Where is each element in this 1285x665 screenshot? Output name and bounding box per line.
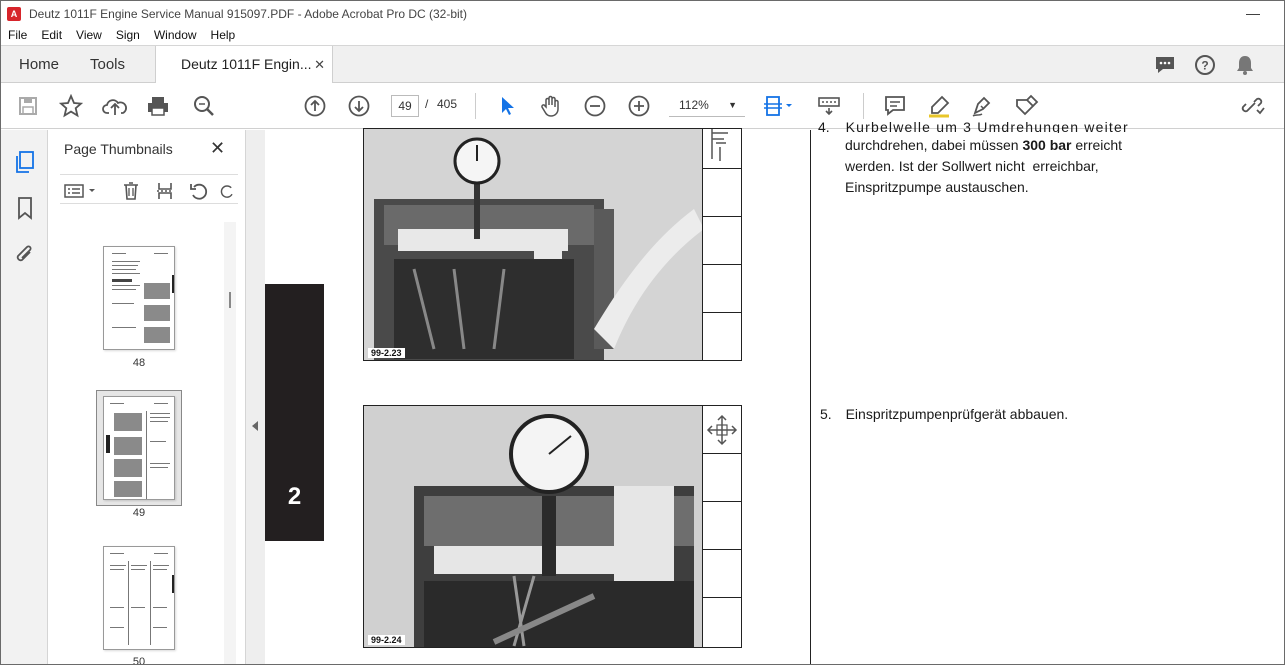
- tab-document-label: Deutz 1011F Engin...: [181, 56, 312, 72]
- bookmarks-icon[interactable]: [13, 196, 37, 220]
- menu-sign[interactable]: Sign: [109, 27, 147, 45]
- chevron-down-icon: ▼: [728, 100, 737, 110]
- column-divider: [810, 130, 811, 664]
- collapse-panel-icon[interactable]: [251, 420, 259, 432]
- cloud-upload-icon[interactable]: [102, 93, 128, 119]
- tab-bar: Home Tools Deutz 1011F Engin... ✕ ?: [1, 45, 1284, 84]
- thumbnail-label: 49: [132, 507, 146, 519]
- acrobat-logo-icon: A: [7, 7, 21, 21]
- menu-window[interactable]: Window: [147, 27, 204, 45]
- stamp-icon[interactable]: [1013, 93, 1039, 119]
- tab-close-icon[interactable]: ✕: [314, 46, 325, 83]
- tab-document[interactable]: Deutz 1011F Engin... ✕: [155, 46, 333, 84]
- scrollbar-thumb[interactable]: [229, 292, 231, 308]
- step-5-instruction: Einspritzpumpenprüfgerät abbauen.: [845, 406, 1069, 422]
- step-4-line-2: durchdrehen, dabei müssen: [845, 137, 1023, 153]
- step-4-bold-value: 300 bar: [1022, 137, 1072, 153]
- thumbnail-label: 48: [132, 357, 146, 369]
- zoom-search-icon[interactable]: [191, 93, 217, 119]
- page-separator: /: [425, 97, 429, 111]
- figure-label: 99-2.24: [368, 635, 405, 645]
- thumbnail-page-49[interactable]: [103, 396, 175, 500]
- rotate-clockwise-icon[interactable]: [220, 181, 236, 201]
- engine-photo-figure-1: 99-2.23: [363, 128, 703, 361]
- highlight-pen-icon[interactable]: [926, 93, 952, 119]
- help-icon[interactable]: ?: [1192, 53, 1218, 77]
- toolbar-divider: [863, 93, 864, 119]
- step-5-text: 5. Einspritzpumpenprüfgerät abbauen.: [820, 404, 1140, 425]
- thumbnail-label: 50: [132, 656, 146, 665]
- keyboard-scroll-icon[interactable]: [816, 93, 842, 119]
- bookmark-star-icon[interactable]: [58, 93, 84, 119]
- next-page-icon[interactable]: [346, 93, 372, 119]
- engine-gauge-photo: [364, 129, 702, 360]
- engine-gauge-photo: [364, 406, 702, 647]
- document-view[interactable]: 2 99-2.23 99-2.24 4. Kurbelwelle um 3 Um…: [246, 119, 1284, 664]
- menu-view[interactable]: View: [69, 27, 109, 45]
- add-comment-icon[interactable]: [882, 93, 908, 119]
- step-5-number: 5.: [820, 406, 832, 422]
- delete-page-icon[interactable]: [120, 181, 142, 201]
- attachments-paperclip-icon[interactable]: [13, 243, 37, 267]
- step-4-line-4: Einspritzpumpe austauschen.: [845, 179, 1029, 195]
- menu-file[interactable]: File: [1, 27, 34, 45]
- step-4-cut-text: Kurbelwelle um 3 Umdrehungen weiter: [845, 119, 1129, 133]
- share-link-icon[interactable]: [1240, 93, 1266, 119]
- hand-tool-icon[interactable]: [538, 93, 564, 119]
- notification-bell-icon[interactable]: [1232, 53, 1258, 77]
- acrobat-window: A Deutz 1011F Engine Service Manual 9150…: [0, 0, 1285, 665]
- step-4-line-3: werden. Ist der Sollwert nicht erreichba…: [845, 158, 1099, 174]
- section-number: 2: [287, 483, 302, 510]
- zoom-out-icon[interactable]: [582, 93, 608, 119]
- panel-close-icon[interactable]: ✕: [210, 138, 225, 159]
- step-4-text: durchdrehen, dabei müssen 300 bar erreic…: [845, 135, 1145, 198]
- page-fit-icon[interactable]: [761, 93, 797, 119]
- comment-bubble-icon[interactable]: [1152, 53, 1178, 77]
- zoom-level-dropdown[interactable]: 112% ▼: [669, 95, 745, 117]
- save-icon[interactable]: [15, 93, 41, 119]
- tab-home[interactable]: Home: [19, 46, 59, 83]
- page-total: 405: [437, 97, 458, 111]
- icon-column-2: [702, 405, 742, 648]
- thumbnail-page-50[interactable]: [103, 546, 175, 650]
- icon-column-1: [702, 128, 742, 361]
- zoom-in-icon[interactable]: [626, 93, 652, 119]
- section-tab: 2: [265, 284, 324, 541]
- previous-page-icon[interactable]: [302, 93, 328, 119]
- window-title: Deutz 1011F Engine Service Manual 915097…: [29, 7, 468, 21]
- toolbar-divider: [475, 93, 476, 119]
- menu-bar: File Edit View Sign Window Help: [1, 27, 1284, 45]
- rotate-counterclockwise-icon[interactable]: [188, 181, 210, 201]
- step-4-line-1-partial: 4. Kurbelwelle um 3 Umdrehungen weiter: [818, 117, 1148, 133]
- zoom-level-value: 112%: [679, 98, 709, 112]
- page-thumbnails-panel: Page Thumbnails ✕ 48 49 50: [48, 130, 246, 665]
- tab-tools[interactable]: Tools: [90, 46, 125, 83]
- step-4-number: 4.: [818, 119, 830, 133]
- caliper-icon: [702, 129, 741, 169]
- engine-photo-figure-2: 99-2.24: [363, 405, 703, 648]
- thumbnail-page-48[interactable]: [103, 246, 175, 350]
- thumbnail-scrollbar[interactable]: [224, 222, 236, 664]
- pdf-page: 2 99-2.23 99-2.24 4. Kurbelwelle um 3 Um…: [265, 119, 1284, 664]
- panel-title: Page Thumbnails: [64, 141, 173, 157]
- draw-pen-icon[interactable]: [969, 93, 995, 119]
- thumbnail-options-icon[interactable]: [62, 181, 98, 201]
- menu-edit[interactable]: Edit: [34, 27, 69, 45]
- page-number-input[interactable]: 49: [391, 95, 419, 117]
- menu-help[interactable]: Help: [204, 27, 243, 45]
- page-thumbnails-icon[interactable]: [13, 150, 37, 174]
- thumbnail-tools: [60, 174, 238, 204]
- extract-page-icon[interactable]: [154, 181, 176, 201]
- figure-label: 99-2.23: [368, 348, 405, 358]
- select-cursor-icon[interactable]: [494, 93, 520, 119]
- print-icon[interactable]: [145, 93, 171, 119]
- svg-text:?: ?: [1201, 59, 1208, 73]
- step-4-line-2-end: erreicht: [1071, 137, 1123, 153]
- navigation-rail: [1, 130, 48, 664]
- title-bar: A Deutz 1011F Engine Service Manual 9150…: [1, 1, 1284, 27]
- move-arrows-icon: [702, 406, 741, 454]
- minimize-icon[interactable]: —: [1246, 5, 1260, 21]
